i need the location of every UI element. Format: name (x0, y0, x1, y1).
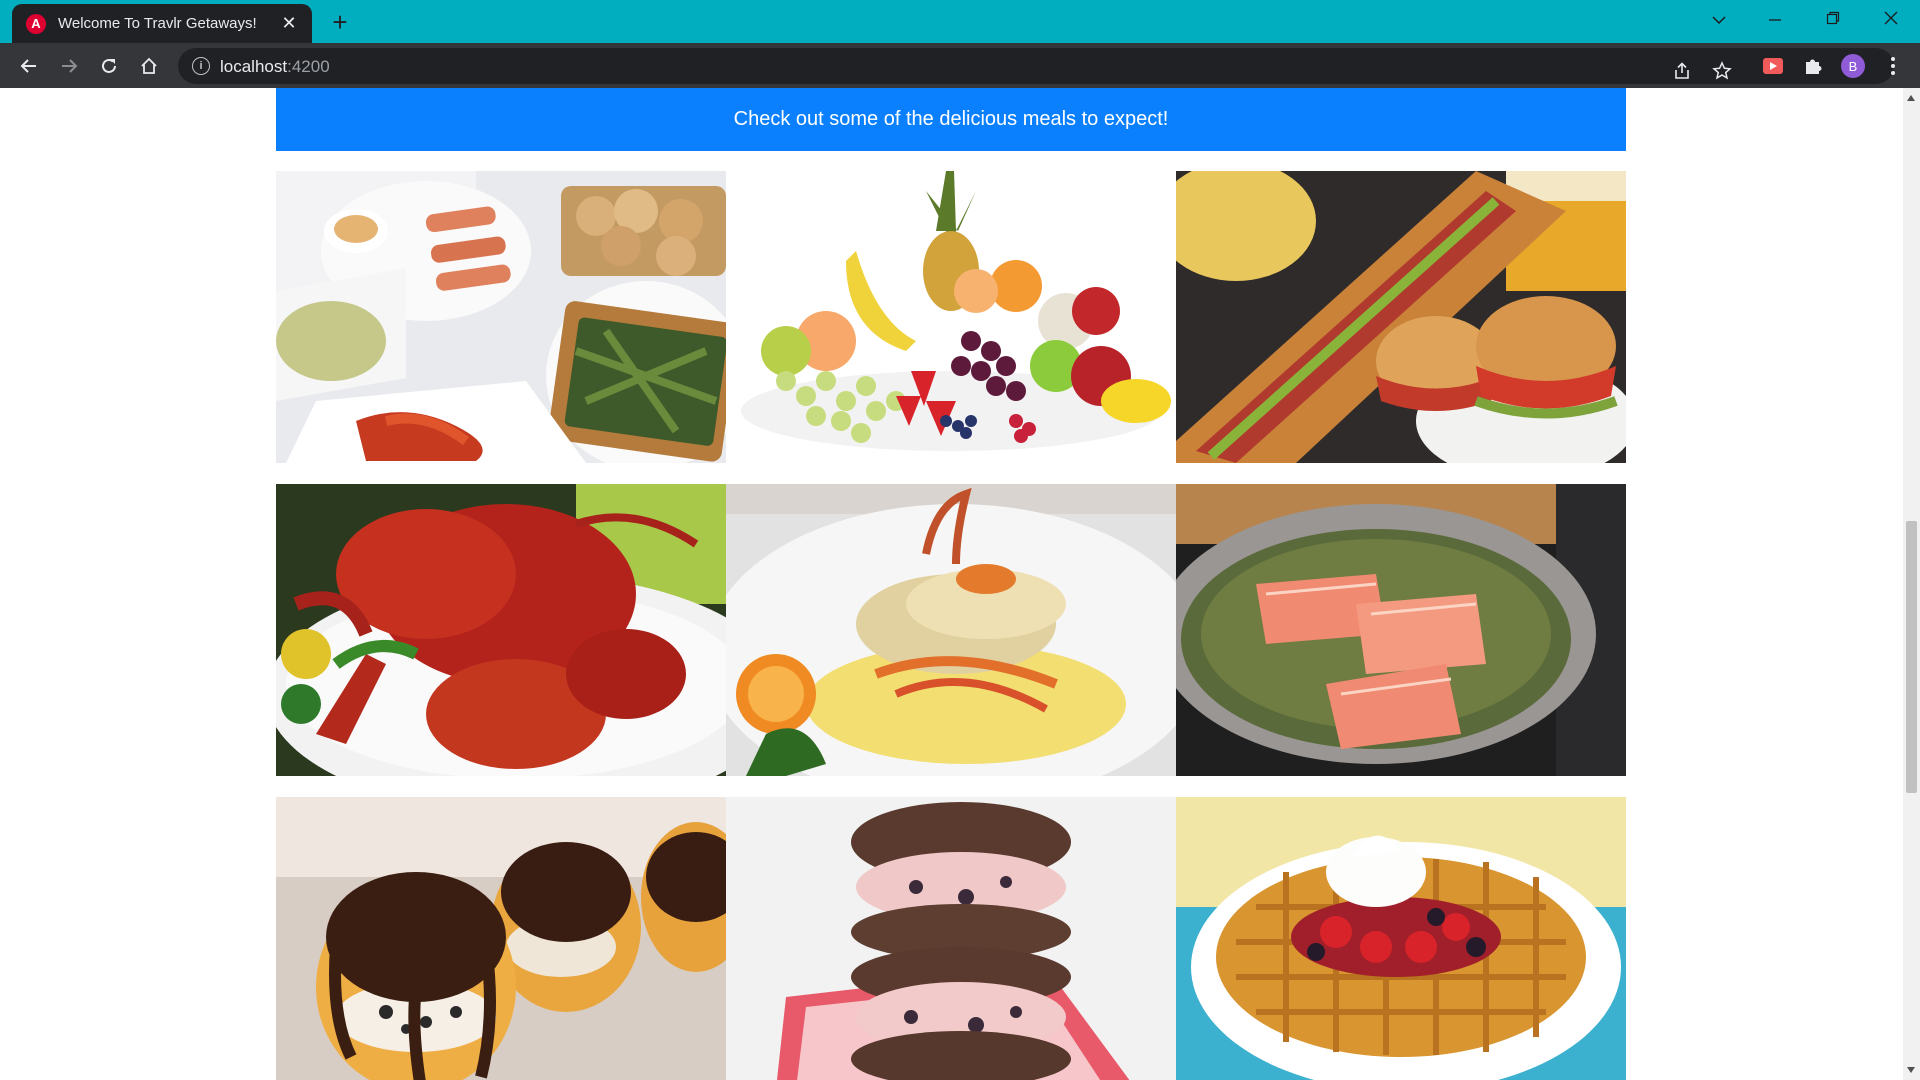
tab-close-icon[interactable]: ✕ (278, 13, 300, 34)
url-text[interactable]: localhost:4200 (220, 57, 330, 77)
salmon-platter-image (276, 171, 726, 463)
berry-waffle-image (1176, 797, 1626, 1080)
reload-icon[interactable] (94, 51, 124, 81)
puzzle-icon[interactable] (1799, 52, 1827, 80)
scrollbar-thumb[interactable] (1906, 521, 1917, 793)
submarine-sandwich-image (1176, 171, 1626, 463)
meals-banner: Check out some of the delicious meals to… (276, 88, 1626, 151)
new-tab-button[interactable]: + (326, 9, 354, 37)
forward-arrow-icon[interactable] (54, 51, 84, 81)
browser-tab[interactable]: A Welcome To Travlr Getaways! ✕ (12, 4, 312, 43)
restore-icon[interactable] (1810, 6, 1856, 36)
profile-avatar[interactable]: B (1839, 52, 1867, 80)
lobster-image (276, 484, 726, 776)
url-host: localhost (220, 57, 288, 76)
kebab-menu-icon[interactable] (1879, 52, 1907, 80)
angular-favicon-icon: A (26, 13, 46, 34)
fish-entree-image (726, 484, 1176, 776)
minimize-icon[interactable] (1752, 6, 1798, 36)
salmon-in-pan-image (1176, 484, 1626, 776)
window-close-icon[interactable] (1868, 6, 1914, 36)
page-viewport: Check out some of the delicious meals to… (0, 88, 1903, 1080)
tab-strip: A Welcome To Travlr Getaways! ✕ + (0, 0, 1920, 43)
vertical-scrollbar[interactable] (1903, 88, 1920, 1080)
tab-title: Welcome To Travlr Getaways! (58, 15, 257, 32)
cream-puffs-image (276, 797, 726, 1080)
scroll-down-arrow-icon[interactable] (1907, 1067, 1915, 1073)
ice-cream-sandwich-image (726, 797, 1176, 1080)
scroll-up-arrow-icon[interactable] (1907, 95, 1915, 101)
bookmark-star-icon[interactable] (1708, 57, 1736, 85)
home-icon[interactable] (134, 51, 164, 81)
extension-icon[interactable] (1759, 52, 1787, 80)
back-arrow-icon[interactable] (14, 51, 44, 81)
fruit-assortment-image (726, 171, 1176, 463)
url-port: :4200 (287, 57, 330, 76)
site-info-icon[interactable]: i (192, 57, 210, 75)
share-icon[interactable] (1668, 57, 1696, 85)
tab-search-icon[interactable] (1696, 6, 1742, 36)
avatar: B (1841, 54, 1865, 78)
address-bar[interactable]: i localhost:4200 (178, 48, 1894, 84)
browser-toolbar: i localhost:4200 B (0, 43, 1920, 88)
